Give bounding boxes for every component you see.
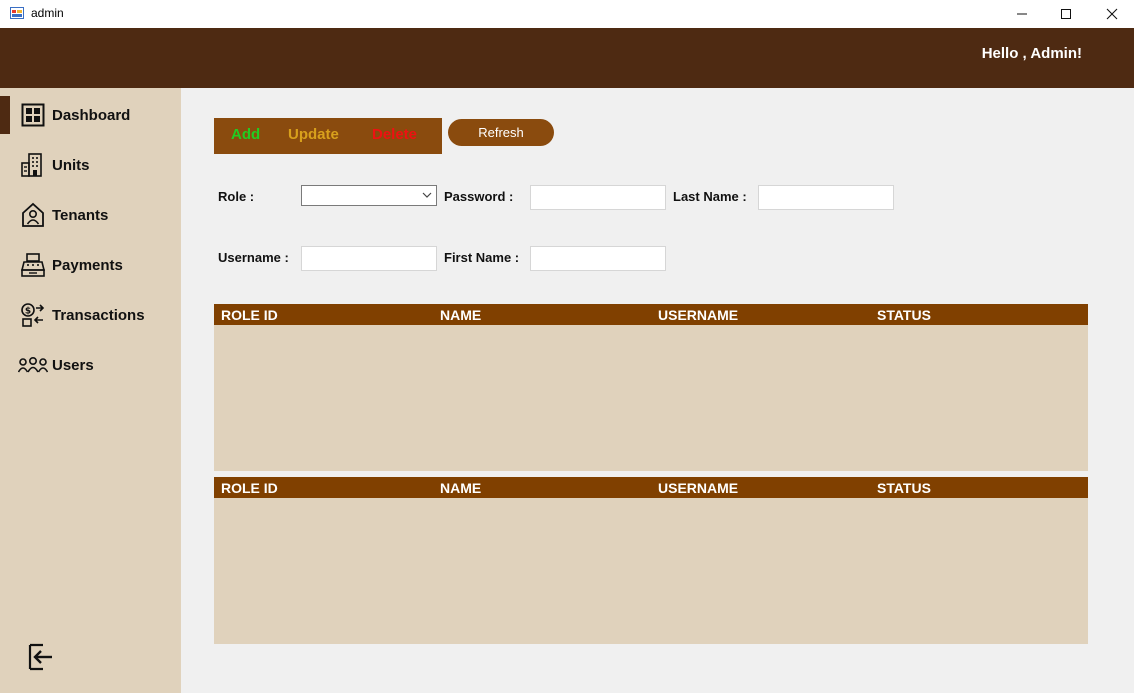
maximize-button[interactable] [1043, 0, 1089, 28]
password-label: Password : [444, 189, 514, 204]
last-name-field[interactable] [758, 185, 894, 210]
role-label: Role : [218, 189, 255, 204]
sidebar-item-transactions[interactable]: $ Transactions [18, 299, 178, 331]
sidebar: Dashboard Units Tenants Payments $ Trans… [0, 88, 181, 693]
window-title: admin [31, 6, 64, 20]
sidebar-item-payments[interactable]: Payments [18, 249, 178, 281]
delete-button[interactable]: Delete [372, 126, 417, 143]
first-name-field[interactable] [530, 246, 666, 271]
app-window: admin Hello , Admin! Dashboard Units Ten… [0, 0, 1134, 693]
update-button[interactable]: Update [288, 126, 339, 143]
password-field[interactable] [530, 185, 666, 210]
users-group-icon [18, 351, 48, 379]
column-header-role-id[interactable]: ROLE ID [221, 480, 278, 496]
sidebar-item-tenants[interactable]: Tenants [18, 199, 178, 231]
add-button[interactable]: Add [231, 126, 260, 143]
minimize-icon [1017, 13, 1027, 15]
close-button[interactable] [1089, 0, 1134, 28]
first-name-label: First Name : [444, 250, 520, 265]
app-form-icon [10, 6, 24, 20]
money-exchange-icon: $ [18, 301, 48, 329]
maximize-icon [1061, 9, 1071, 19]
users-grid-secondary[interactable]: ROLE ID NAME USERNAME STATUS [214, 477, 1088, 644]
refresh-button[interactable]: Refresh [448, 119, 554, 146]
close-icon [1106, 8, 1118, 20]
tenant-person-icon [18, 201, 48, 229]
building-icon [18, 151, 48, 179]
app-header: Hello , Admin! [0, 28, 1134, 88]
grid-header: ROLE ID NAME USERNAME STATUS [214, 304, 1088, 325]
logout-icon [28, 643, 52, 671]
logout-button[interactable] [26, 642, 56, 672]
sidebar-item-dashboard[interactable]: Dashboard [18, 99, 178, 131]
active-nav-marker [0, 96, 10, 134]
column-header-username[interactable]: USERNAME [658, 307, 738, 323]
title-bar: admin [0, 0, 1134, 28]
column-header-status[interactable]: STATUS [877, 480, 931, 496]
svg-text:$: $ [25, 307, 31, 317]
column-header-name[interactable]: NAME [440, 480, 481, 496]
column-header-username[interactable]: USERNAME [658, 480, 738, 496]
column-header-name[interactable]: NAME [440, 307, 481, 323]
sidebar-item-label: Dashboard [52, 106, 131, 124]
username-label: Username : [218, 250, 289, 265]
greeting-text: Hello , Admin! [981, 45, 1082, 62]
last-name-label: Last Name : [673, 189, 747, 204]
role-select[interactable] [301, 185, 437, 206]
sidebar-item-units[interactable]: Units [18, 149, 178, 181]
username-field[interactable] [301, 246, 437, 271]
grid-header: ROLE ID NAME USERNAME STATUS [214, 477, 1088, 498]
sidebar-item-label: Transactions [52, 306, 145, 324]
crud-toolbar: Add Update Delete [214, 118, 442, 154]
sidebar-item-label: Payments [52, 256, 123, 274]
minimize-button[interactable] [999, 0, 1045, 28]
chevron-down-icon [422, 192, 432, 198]
sidebar-item-label: Tenants [52, 206, 109, 224]
column-header-status[interactable]: STATUS [877, 307, 931, 323]
users-grid[interactable]: ROLE ID NAME USERNAME STATUS [214, 304, 1088, 471]
column-header-role-id[interactable]: ROLE ID [221, 307, 278, 323]
sidebar-item-label: Units [52, 156, 90, 174]
cash-register-icon [18, 251, 48, 279]
sidebar-item-label: Users [52, 356, 94, 374]
dashboard-grid-icon [18, 101, 48, 129]
sidebar-item-users[interactable]: Users [18, 349, 178, 381]
